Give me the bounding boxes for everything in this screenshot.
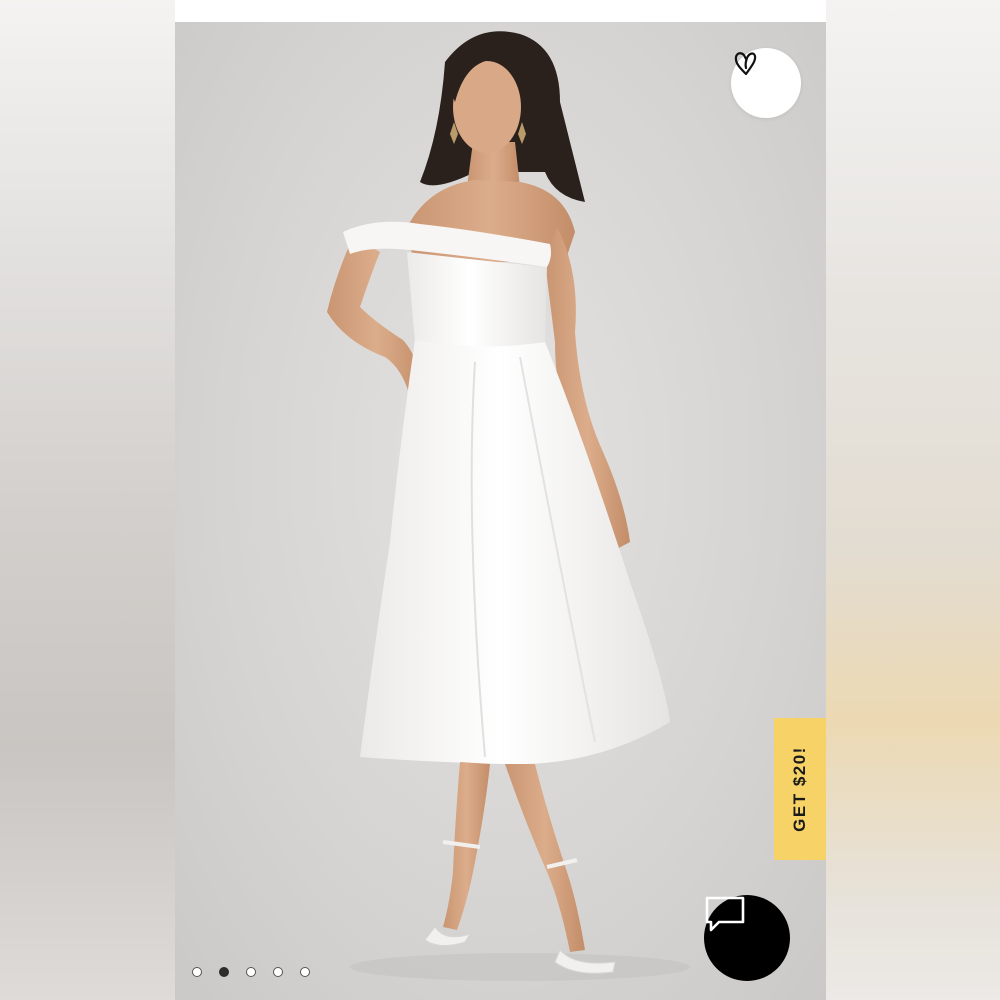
background-blur-right: [826, 0, 1000, 1000]
carousel-dot[interactable]: [246, 967, 256, 977]
carousel-dot[interactable]: [273, 967, 283, 977]
top-bar: [175, 0, 826, 22]
promo-tab[interactable]: GET $20!: [774, 718, 826, 860]
promo-label: GET $20!: [790, 746, 810, 832]
background-blur-left: [0, 0, 175, 1000]
product-image[interactable]: GET $20!: [175, 22, 826, 1000]
carousel-pagination: [192, 965, 310, 979]
chat-button[interactable]: [704, 895, 790, 981]
model-photo: [327, 31, 690, 981]
carousel-dot-active[interactable]: [219, 967, 229, 977]
carousel-dot[interactable]: [192, 967, 202, 977]
product-view: GET $20!: [175, 0, 826, 1000]
favorite-button[interactable]: [731, 48, 801, 118]
carousel-dot[interactable]: [300, 967, 310, 977]
